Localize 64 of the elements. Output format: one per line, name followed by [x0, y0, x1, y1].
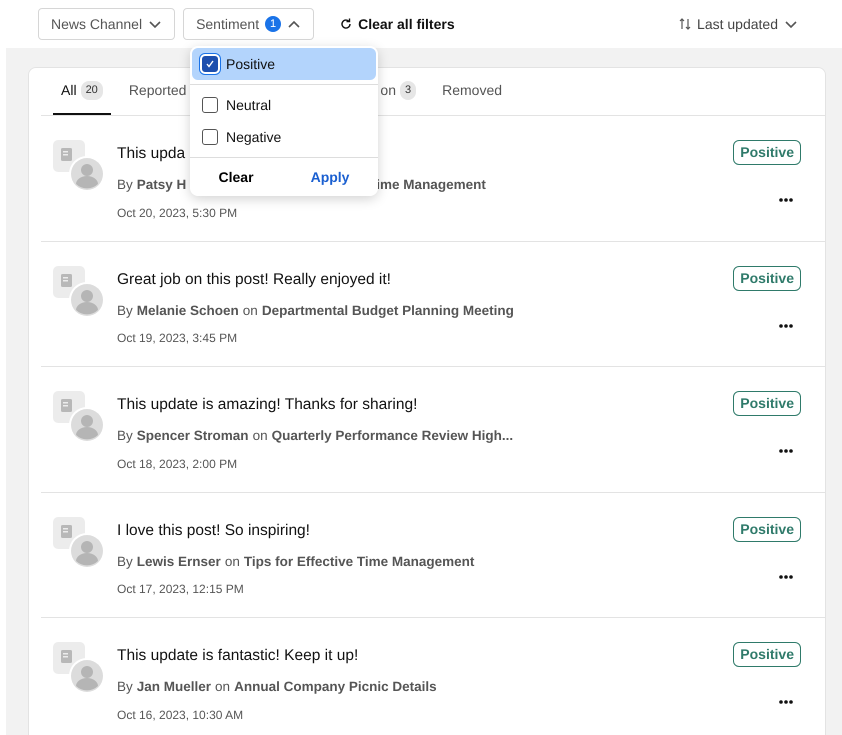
more-icon: [779, 700, 793, 704]
filter-dropdown[interactable]: Sentiment 1: [183, 8, 314, 40]
by-label: By: [117, 427, 133, 446]
comment-date: Oct 18, 2023, 2:00 PM: [117, 456, 238, 472]
sentiment-tag: Positive: [733, 266, 801, 290]
more-button[interactable]: [779, 198, 793, 202]
sentiment-tag: Positive: [733, 642, 801, 667]
tab[interactable]: Removed: [434, 68, 510, 115]
author-name: Jan Mueller: [136, 678, 212, 696]
author-name: Lewis Ernser: [136, 552, 221, 571]
sentiment-tag: Positive: [733, 140, 801, 165]
on-label: on: [242, 302, 258, 320]
comment-date: Oct 19, 2023, 3:45 PM: [117, 330, 238, 347]
sentiment-tag: Positive: [733, 391, 801, 416]
by-label: By: [117, 552, 133, 571]
sort-icon: [679, 18, 692, 30]
comment-date: Oct 17, 2023, 12:15 PM: [117, 581, 245, 598]
clear-filters-button[interactable]: Clear all filters: [334, 12, 461, 36]
avatar-icon: [53, 140, 105, 192]
filter-dropdown[interactable]: News Channel: [38, 8, 176, 40]
comment-text: This update is amazing! Thanks for sharing!: [117, 395, 418, 415]
comment-date: Oct 16, 2023, 10:30 AM: [117, 706, 244, 724]
count-badge: 1: [265, 16, 282, 32]
check-icon: [205, 59, 215, 69]
tab-count: 20: [80, 81, 103, 100]
more-icon: [779, 574, 793, 578]
sentiment-tag: Positive: [733, 516, 801, 542]
more-icon: [779, 198, 793, 202]
more-button[interactable]: [779, 574, 793, 578]
comment-text: Great job on this post! Really enjoyed it!: [117, 270, 392, 290]
comment-date: Oct 20, 2023, 5:30 PM: [117, 204, 238, 222]
tab-count: 3: [400, 81, 416, 100]
apply-button[interactable]: Apply: [304, 166, 356, 188]
post-title: Annual Company Picnic Details: [234, 678, 437, 696]
tab[interactable]: All 20: [53, 68, 111, 115]
more-button[interactable]: [779, 324, 793, 328]
post-title: Quarterly Performance Review High...: [272, 427, 514, 446]
avatar-icon: [53, 391, 105, 443]
sort-dropdown[interactable]: Last updated: [673, 12, 804, 36]
comment-text: This upda: [117, 144, 186, 164]
sentiment-option[interactable]: Negative: [190, 121, 378, 153]
clear-button[interactable]: Clear: [212, 166, 260, 188]
sentiment-option[interactable]: Positive: [192, 48, 376, 80]
avatar-icon: [53, 516, 105, 568]
by-label: By: [117, 678, 133, 696]
more-button[interactable]: [779, 700, 793, 704]
by-label: By: [117, 302, 133, 320]
avatar-icon: [53, 642, 105, 694]
post-title: Departmental Budget Planning Meeting: [262, 302, 514, 320]
author-name: Spencer Stroman: [136, 427, 249, 446]
author-name: Patsy H: [136, 176, 186, 194]
comment-text: This update is fantastic! Keep it up!: [117, 646, 360, 666]
more-icon: [779, 449, 793, 453]
comment-text: I love this post! So inspiring!: [117, 520, 311, 540]
on-label: on: [215, 678, 230, 696]
post-title: Tips for Effective Time Management: [244, 552, 474, 571]
by-label: By: [117, 176, 133, 194]
on-label: on: [224, 552, 240, 571]
more-icon: [779, 324, 793, 328]
on-label: on: [252, 427, 268, 446]
author-name: Melanie Schoen: [136, 302, 239, 320]
more-button[interactable]: [779, 449, 793, 453]
avatar-icon: [53, 266, 105, 318]
refresh-icon: [340, 18, 352, 30]
